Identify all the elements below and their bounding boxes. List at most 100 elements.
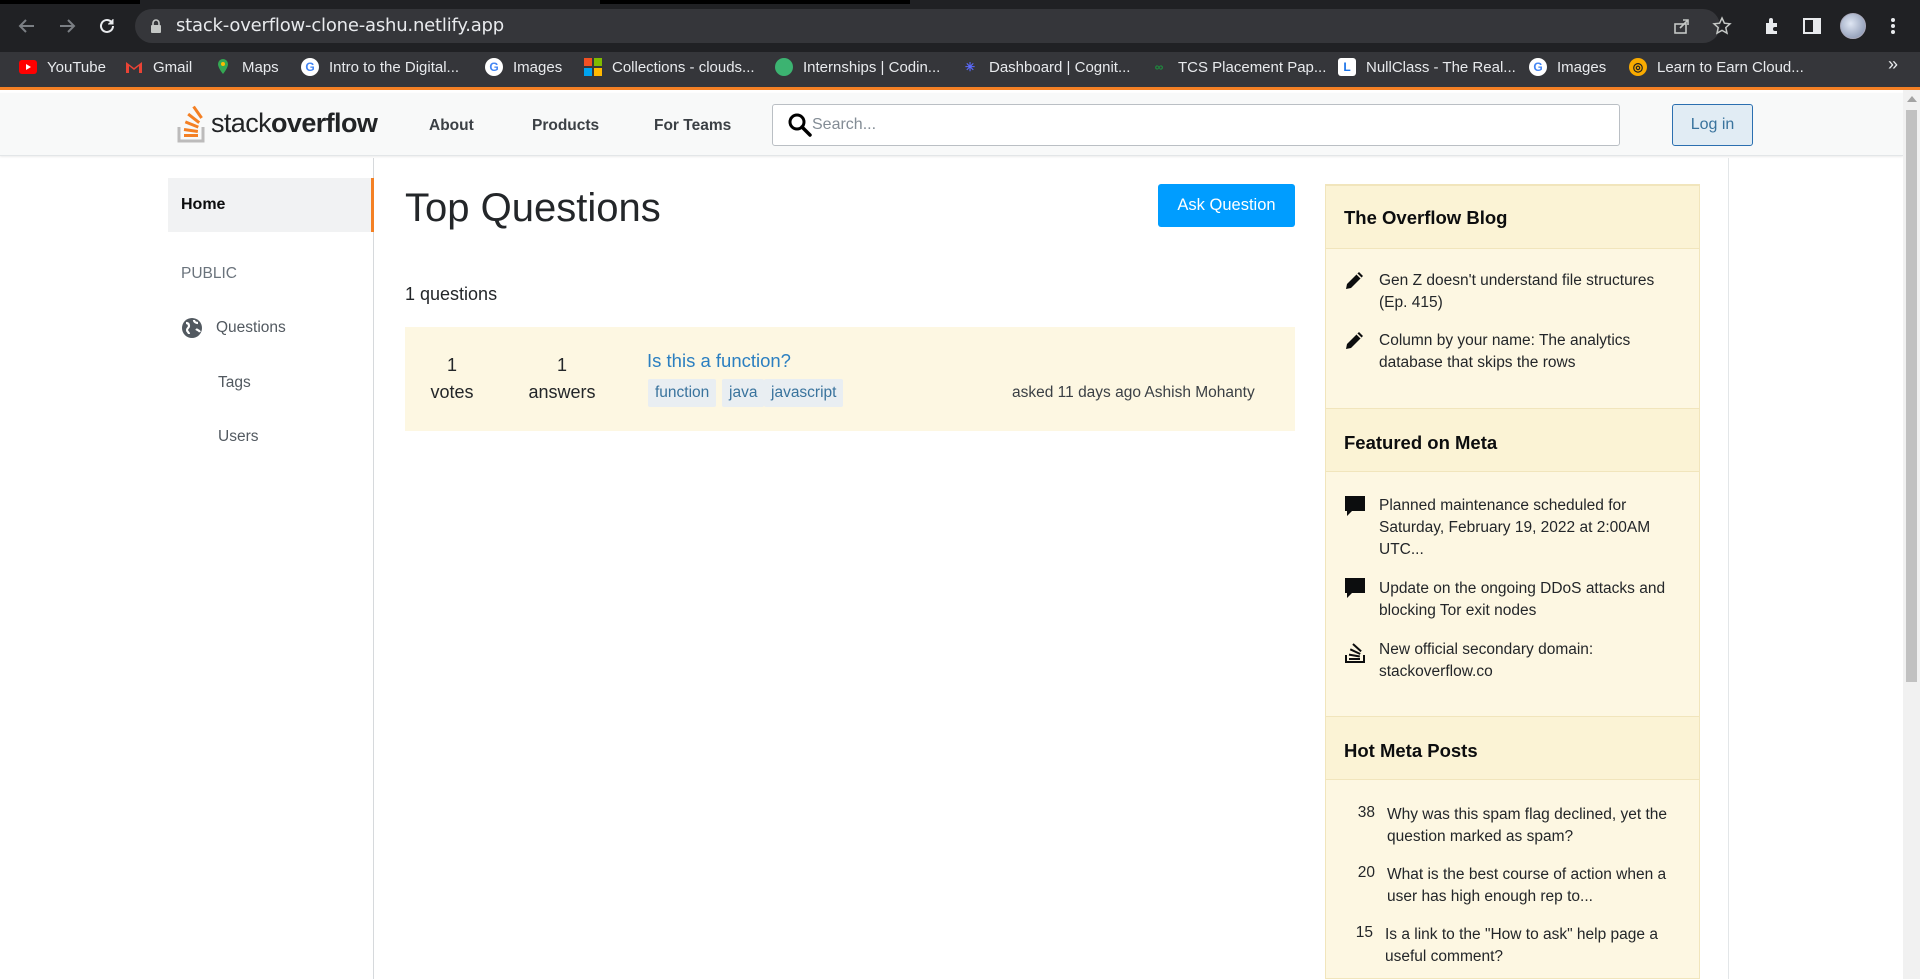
cloud-icon: ◎ — [1629, 58, 1647, 76]
nullclass-icon: L — [1338, 58, 1356, 76]
votes-count: 1 — [446, 355, 457, 375]
nav-about[interactable]: About — [429, 117, 474, 135]
stackoverflow-logo-icon — [177, 105, 205, 143]
bookmark-learn-earn[interactable]: ◎ Learn to Earn Cloud... — [1629, 56, 1804, 78]
sidebar-item-label: Home — [181, 196, 226, 213]
tab-strip-edge — [0, 0, 140, 4]
url-text[interactable]: stack-overflow-clone-ashu.netlify.app — [176, 15, 504, 36]
hot-post-count: 20 — [1357, 864, 1375, 881]
bookmark-label: Collections - clouds... — [612, 58, 755, 76]
menu-kebab-icon[interactable] — [1880, 13, 1906, 39]
sidebar-section-public: PUBLIC — [181, 265, 237, 282]
codingninjas-icon — [775, 58, 793, 76]
nav-products[interactable]: Products — [532, 117, 599, 135]
profile-avatar[interactable] — [1840, 13, 1866, 39]
globe-icon — [182, 318, 202, 338]
bookmark-label: YouTube — [47, 58, 106, 76]
bookmark-gmail[interactable]: Gmail — [125, 56, 192, 78]
extensions-icon[interactable] — [1759, 13, 1785, 39]
back-icon[interactable] — [13, 12, 41, 40]
maps-icon — [214, 58, 232, 76]
bookmark-maps[interactable]: Maps — [214, 56, 279, 78]
login-button[interactable]: Log in — [1672, 104, 1753, 146]
content-divider — [1728, 158, 1729, 979]
search-input[interactable] — [812, 107, 1612, 143]
sidebar-item-label: Questions — [216, 319, 286, 336]
blog-item[interactable]: Gen Z doesn't understand file structures… — [1379, 270, 1684, 314]
hot-post-item[interactable]: What is the best course of action when a… — [1387, 864, 1687, 908]
hot-post-item[interactable]: Why was this spam flag declined, yet the… — [1387, 804, 1687, 848]
pencil-icon — [1346, 272, 1363, 289]
lock-icon[interactable] — [150, 18, 162, 34]
blog-item[interactable]: Column by your name: The analytics datab… — [1379, 330, 1684, 374]
question-meta: asked 11 days ago Ashish Mohanty — [1012, 384, 1255, 401]
tag-javascript[interactable]: javascript — [764, 379, 844, 407]
bookmark-label: NullClass - The Real... — [1366, 58, 1516, 76]
gmail-icon — [125, 58, 143, 76]
scrollbar-thumb[interactable] — [1906, 110, 1917, 682]
bookmark-internships[interactable]: Internships | Codin... — [775, 56, 940, 78]
blog-title: The Overflow Blog — [1344, 207, 1508, 228]
tcs-icon: ∞ — [1154, 60, 1164, 74]
nav-for-teams[interactable]: For Teams — [654, 117, 731, 135]
share-icon[interactable] — [1670, 14, 1694, 38]
bookmark-star-icon[interactable] — [1710, 14, 1734, 38]
meta-item[interactable]: New official secondary domain: stackover… — [1379, 639, 1684, 683]
cognitive-icon: ✳ — [964, 60, 976, 74]
bookmark-label: Dashboard | Cognit... — [989, 58, 1131, 76]
google-icon: G — [485, 58, 503, 76]
bookmark-youtube[interactable]: YouTube — [19, 56, 106, 78]
sidebar-item-home[interactable]: Home — [168, 178, 374, 232]
answers-stat: 1 answers — [515, 352, 609, 406]
bookmark-label: TCS Placement Pap... — [1178, 58, 1327, 76]
hot-meta-title: Hot Meta Posts — [1344, 740, 1478, 761]
bookmark-dashboard[interactable]: ✳ Dashboard | Cognit... — [961, 56, 1131, 78]
hot-post-item[interactable]: Is a link to the "How to ask" help page … — [1385, 924, 1685, 968]
page-title: Top Questions — [405, 186, 661, 230]
votes-label: votes — [430, 382, 474, 402]
questions-count: 1 questions — [405, 284, 498, 304]
tab-strip-edge — [600, 0, 910, 4]
bookmark-label: Intro to the Digital... — [329, 58, 460, 76]
votes-stat: 1 votes — [415, 352, 489, 406]
bookmark-label: Images — [1557, 58, 1607, 76]
bookmark-tcs[interactable]: ∞ TCS Placement Pap... — [1150, 56, 1327, 78]
bookmarks-overflow-button[interactable]: » — [1888, 54, 1898, 75]
meta-title: Featured on Meta — [1344, 432, 1498, 453]
logo-text-plain: stack — [211, 107, 272, 138]
answers-label: answers — [528, 382, 596, 402]
bookmark-label: Maps — [242, 58, 279, 76]
bookmark-nullclass[interactable]: L NullClass - The Real... — [1338, 56, 1516, 78]
bookmark-intro-digital[interactable]: G Intro to the Digital... — [301, 56, 459, 78]
sidebar-item-questions[interactable]: Questions — [181, 315, 286, 341]
forward-icon[interactable] — [53, 12, 81, 40]
bookmark-images-2[interactable]: G Images — [1529, 56, 1606, 78]
reload-icon[interactable] — [93, 12, 121, 40]
question-title-link[interactable]: Is this a function? — [647, 350, 791, 372]
sidebar-item-tags[interactable]: Tags — [218, 374, 251, 392]
bookmark-label: Learn to Earn Cloud... — [1657, 58, 1804, 76]
comment-icon — [1345, 578, 1365, 598]
meta-item[interactable]: Update on the ongoing DDoS attacks and b… — [1379, 578, 1684, 622]
pencil-icon — [1346, 332, 1363, 349]
logo-text-bold: overflow — [271, 107, 378, 138]
stackoverflow-logo[interactable]: stackoverflow — [177, 103, 378, 143]
microsoft-icon — [584, 58, 602, 76]
bookmark-label: Gmail — [153, 58, 193, 76]
meta-item[interactable]: Planned maintenance scheduled for Saturd… — [1379, 495, 1684, 561]
tag-function[interactable]: function — [648, 379, 717, 407]
youtube-icon — [19, 58, 37, 76]
bookmark-label: Images — [513, 58, 563, 76]
sidebar-item-users[interactable]: Users — [218, 428, 258, 446]
logo-wordmark: stackoverflow — [211, 107, 378, 139]
side-panel-icon[interactable] — [1799, 13, 1825, 39]
scroll-up-arrow-icon[interactable] — [1907, 96, 1917, 102]
ask-question-button[interactable]: Ask Question — [1158, 184, 1295, 227]
stackexchange-icon — [1345, 643, 1365, 663]
search-icon — [787, 112, 813, 138]
comment-icon — [1345, 496, 1365, 516]
hot-post-count: 15 — [1355, 924, 1373, 941]
bookmark-collections[interactable]: Collections - clouds... — [584, 56, 755, 78]
bookmark-images[interactable]: G Images — [485, 56, 562, 78]
tag-java[interactable]: java — [722, 379, 765, 407]
